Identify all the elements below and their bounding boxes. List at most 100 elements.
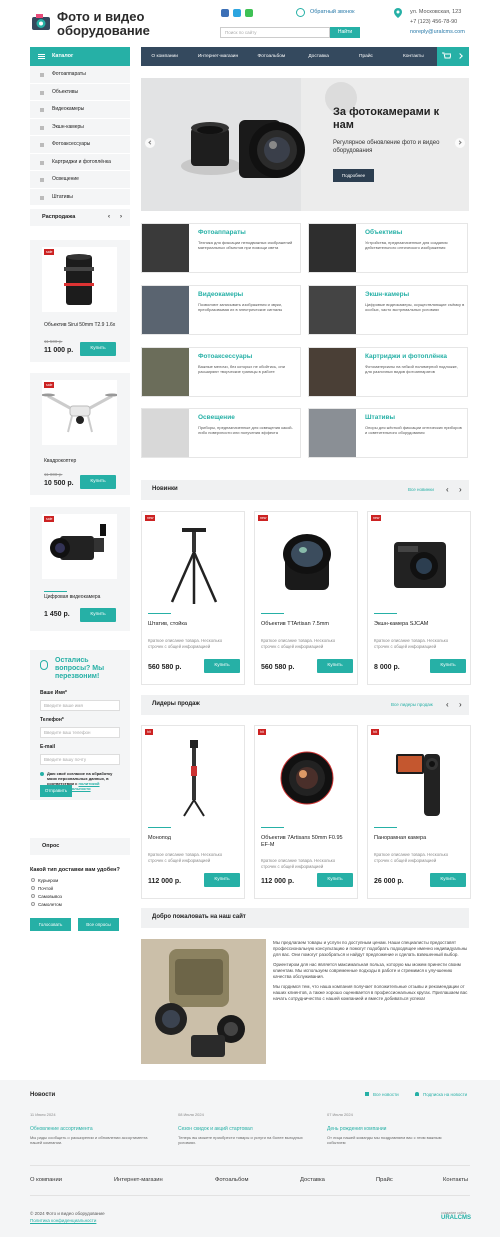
category-tile[interactable]: Экшн-камеры Цифровые видеокамеры, осущест… bbox=[308, 285, 468, 335]
footer-nav-delivery[interactable]: Доставка bbox=[300, 1177, 325, 1183]
product-name[interactable]: Объектив Sirui 50mm T2.9 1.6x bbox=[44, 322, 119, 328]
poll-option[interactable]: Курьером bbox=[31, 877, 62, 885]
buy-button[interactable]: Купить bbox=[430, 659, 466, 673]
buy-button[interactable]: Купить bbox=[317, 873, 353, 887]
footer-nav-about[interactable]: О компании bbox=[30, 1177, 62, 1183]
catalog-button[interactable]: Каталог bbox=[30, 47, 130, 66]
chevron-left-icon[interactable]: ‹ bbox=[446, 700, 449, 709]
nav-shop[interactable]: Интернет-магазин bbox=[188, 47, 247, 66]
product-name[interactable]: Квадрокоптер bbox=[44, 458, 76, 464]
category-title[interactable]: Фотоаксессуары bbox=[198, 353, 252, 360]
search-input[interactable]: Поиск по сайту bbox=[220, 27, 330, 38]
subscribe-link[interactable]: Подписка на новости bbox=[415, 1092, 467, 1097]
catalog-item[interactable]: Освещение bbox=[30, 171, 130, 189]
chevron-right-icon[interactable]: › bbox=[459, 485, 462, 494]
category-tile[interactable]: Картриджи и фотоплёнка Фотоматериалы на г… bbox=[308, 347, 468, 397]
callback-link[interactable]: Обратный звонок bbox=[310, 9, 354, 15]
logo-title-line2[interactable]: оборудование bbox=[57, 24, 150, 37]
sale-header[interactable]: Распродажа ‹ › bbox=[30, 209, 130, 226]
buy-button[interactable]: Купить bbox=[80, 475, 116, 489]
category-title[interactable]: Картриджи и фотоплёнка bbox=[365, 353, 447, 360]
category-tile[interactable]: Освещение Приборы, предназначенные для ос… bbox=[141, 408, 301, 458]
nav-album[interactable]: Фотоальбом bbox=[248, 47, 295, 66]
vote-button[interactable]: Голосовать bbox=[30, 918, 71, 931]
vk-icon[interactable] bbox=[221, 9, 229, 17]
footer-nav-album[interactable]: Фотоальбом bbox=[215, 1177, 248, 1183]
product-image[interactable] bbox=[162, 522, 226, 606]
category-title[interactable]: Экшн-камеры bbox=[365, 291, 409, 298]
buy-button[interactable]: Купить bbox=[204, 659, 240, 673]
search-button[interactable]: Найти bbox=[330, 27, 360, 38]
product-image[interactable] bbox=[388, 736, 452, 820]
product-name[interactable]: Штатив, стойка bbox=[148, 621, 238, 628]
footer-nav-price[interactable]: Прайс bbox=[376, 1177, 393, 1183]
chevron-right-icon[interactable]: › bbox=[120, 209, 122, 226]
category-tile[interactable]: Штативы Опоры для жёсткой фиксации оптиче… bbox=[308, 408, 468, 458]
catalog-item[interactable]: Фотоаппараты bbox=[30, 66, 130, 84]
product-name[interactable]: Монопод bbox=[148, 835, 238, 842]
news-title-link[interactable]: Обновление ассортимента bbox=[30, 1126, 160, 1132]
product-image[interactable] bbox=[41, 380, 119, 445]
name-input[interactable]: Введите ваше имя bbox=[40, 700, 120, 711]
product-name[interactable]: Панорамная камера bbox=[374, 835, 464, 842]
submit-button[interactable]: Отправить bbox=[40, 785, 72, 797]
all-news-link[interactable]: Все новости bbox=[365, 1092, 399, 1097]
product-name[interactable]: Объектив 7Artisans 50mm F0.95 EF-M bbox=[261, 835, 351, 849]
category-title[interactable]: Объективы bbox=[365, 229, 402, 236]
product-name[interactable]: Экшн-камера SJCAM bbox=[374, 621, 464, 628]
buy-button[interactable]: Купить bbox=[317, 659, 353, 673]
nav-contacts[interactable]: Контакты bbox=[390, 47, 437, 66]
chevron-left-icon[interactable]: ‹ bbox=[446, 485, 449, 494]
slider-prev-button[interactable] bbox=[145, 138, 155, 148]
category-title[interactable]: Видеокамеры bbox=[198, 291, 243, 298]
buy-button[interactable]: Купить bbox=[80, 608, 116, 622]
telegram-icon[interactable] bbox=[233, 9, 241, 17]
catalog-item[interactable]: Штативы bbox=[30, 189, 130, 206]
privacy-policy-link[interactable]: Политика конфиденциальности bbox=[30, 1218, 96, 1223]
category-title[interactable]: Фотоаппараты bbox=[198, 229, 246, 236]
all-novelties-link[interactable]: Все новинки bbox=[408, 487, 434, 492]
product-image[interactable] bbox=[162, 736, 226, 820]
footer-nav-contacts[interactable]: Контакты bbox=[443, 1177, 468, 1183]
poll-option[interactable]: Самовывоз bbox=[31, 893, 62, 901]
chevron-right-icon[interactable]: › bbox=[459, 700, 462, 709]
product-image[interactable] bbox=[275, 736, 339, 820]
category-title[interactable]: Штативы bbox=[365, 414, 395, 421]
product-name[interactable]: Объектив TTArtisan 7.5mm bbox=[261, 621, 351, 628]
all-leaders-link[interactable]: Все лидеры продаж bbox=[391, 702, 433, 707]
catalog-item[interactable]: Картриджи и фотоплёнка bbox=[30, 154, 130, 171]
phone-number[interactable]: +7 (123) 456-78-90 bbox=[410, 19, 457, 25]
all-polls-button[interactable]: Все опросы bbox=[78, 918, 119, 931]
catalog-item[interactable]: Фотоаксессуары bbox=[30, 136, 130, 154]
email-input[interactable]: Введите вашу почту bbox=[40, 754, 120, 765]
chevron-left-icon[interactable]: ‹ bbox=[108, 209, 110, 226]
product-image[interactable] bbox=[275, 522, 339, 606]
developer-logo[interactable]: URALCMS bbox=[441, 1215, 471, 1221]
product-image[interactable] bbox=[42, 514, 117, 579]
nav-about[interactable]: О компании bbox=[141, 47, 188, 66]
poll-option[interactable]: Самолетом bbox=[31, 901, 62, 909]
slider-next-button[interactable] bbox=[455, 138, 465, 148]
footer-nav-shop[interactable]: Интернет-магазин bbox=[114, 1177, 163, 1183]
nav-price[interactable]: Прайс bbox=[342, 47, 389, 66]
news-title-link[interactable]: Сезон скидок и акций стартовал bbox=[178, 1126, 308, 1132]
email-link[interactable]: noreply@uralcms.com bbox=[410, 29, 465, 35]
nav-delivery[interactable]: Доставка bbox=[295, 47, 342, 66]
cart-button[interactable] bbox=[437, 47, 469, 66]
news-title-link[interactable]: День рождения компании bbox=[327, 1126, 457, 1132]
logo-title[interactable]: Фото и видео bbox=[57, 10, 144, 23]
product-image[interactable] bbox=[388, 522, 452, 606]
poll-option[interactable]: Почтой bbox=[31, 885, 62, 893]
category-tile[interactable]: Объективы Устройства, предназначенные для… bbox=[308, 223, 468, 273]
category-tile[interactable]: Фотоаксессуары Важные мелочи, без которых… bbox=[141, 347, 301, 397]
product-name[interactable]: Цифровая видеокамера bbox=[44, 594, 100, 600]
buy-button[interactable]: Купить bbox=[430, 873, 466, 887]
whatsapp-icon[interactable] bbox=[245, 9, 253, 17]
product-image[interactable] bbox=[42, 247, 117, 312]
catalog-item[interactable]: Экшн-камеры bbox=[30, 119, 130, 136]
consent-checkbox[interactable] bbox=[40, 772, 44, 776]
catalog-item[interactable]: Видеокамеры bbox=[30, 101, 130, 119]
phone-input[interactable]: Введите ваш телефон bbox=[40, 727, 120, 738]
buy-button[interactable]: Купить bbox=[204, 873, 240, 887]
category-title[interactable]: Освещение bbox=[198, 414, 235, 421]
